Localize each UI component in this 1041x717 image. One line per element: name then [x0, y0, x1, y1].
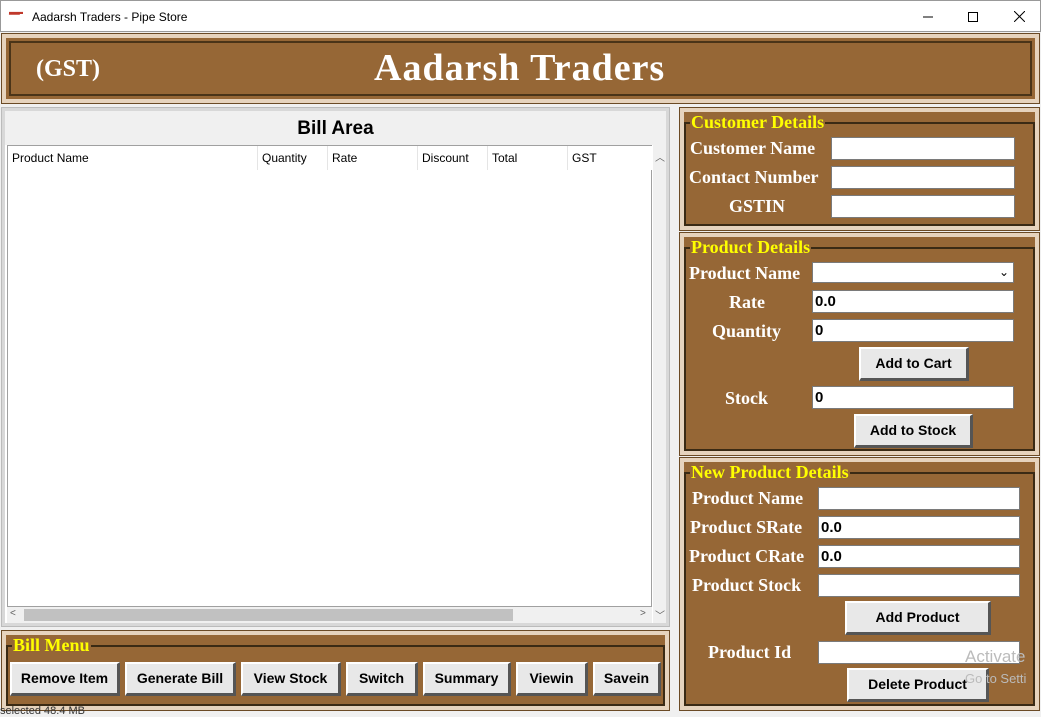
- column-header-quantity[interactable]: Quantity: [258, 146, 328, 170]
- product-name-select[interactable]: ⌄: [812, 262, 1014, 283]
- product-stock-input[interactable]: [818, 574, 1020, 597]
- maximize-icon: [968, 11, 978, 22]
- new-product-name-label: Product Name: [692, 488, 804, 508]
- product-stock-label: Product Stock: [692, 575, 802, 595]
- switch-button[interactable]: Switch: [346, 662, 418, 696]
- stock-label: Stock: [725, 388, 769, 408]
- app-icon: ▬▬ ▔▔: [9, 9, 23, 22]
- column-header-product-name[interactable]: Product Name: [8, 146, 258, 170]
- stock-input[interactable]: 0: [812, 386, 1014, 409]
- product-name-label: Product Name: [689, 263, 801, 283]
- new-product-name-input[interactable]: [818, 487, 1020, 510]
- bill-menu-legend: Bill Menu: [12, 635, 91, 656]
- add-to-cart-button[interactable]: Add to Cart: [859, 347, 969, 381]
- column-header-discount[interactable]: Discount: [418, 146, 488, 170]
- window-titlebar: ▬▬ ▔▔ Aadarsh Traders - Pipe Store: [0, 0, 1041, 32]
- gst-label: (GST): [36, 56, 101, 82]
- vertical-scrollbar[interactable]: ︿ ﹀: [653, 145, 666, 623]
- bill-menu-panel: Bill Menu Remove Item Generate Bill View…: [1, 630, 670, 711]
- contact-number-label: Contact Number: [689, 167, 819, 187]
- settings-watermark: Go to Setti: [965, 671, 1027, 686]
- viewin-button[interactable]: Viewin: [516, 662, 588, 696]
- minimize-button[interactable]: [905, 1, 951, 32]
- scroll-up-icon[interactable]: ︿: [655, 149, 665, 164]
- gstin-input[interactable]: [831, 195, 1015, 218]
- bill-area-title: Bill Area: [5, 111, 666, 145]
- scroll-left-icon[interactable]: <: [10, 608, 16, 619]
- contact-number-input[interactable]: [831, 166, 1015, 189]
- customer-name-input[interactable]: [831, 137, 1015, 160]
- rate-label: Rate: [729, 292, 765, 312]
- horizontal-scroll-thumb[interactable]: [24, 609, 513, 621]
- product-crate-input[interactable]: 0.0: [818, 545, 1020, 568]
- view-stock-button[interactable]: View Stock: [241, 662, 341, 696]
- bill-area-panel: Bill Area Product Name Quantity Rate Dis…: [1, 107, 670, 627]
- savein-button[interactable]: Savein: [593, 662, 661, 696]
- customer-details-legend: Customer Details: [690, 112, 826, 133]
- header-banner: (GST) Aadarsh Traders: [1, 33, 1040, 104]
- chevron-down-icon[interactable]: ⌄: [999, 262, 1009, 283]
- scroll-down-icon[interactable]: ﹀: [655, 607, 665, 622]
- status-text: selected 48.4 MB: [0, 705, 85, 717]
- customer-name-label: Customer Name: [690, 138, 816, 158]
- product-details-legend: Product Details: [690, 237, 812, 258]
- new-product-details-legend: New Product Details: [690, 462, 850, 483]
- horizontal-scrollbar[interactable]: < >: [7, 607, 652, 623]
- maximize-button[interactable]: [950, 1, 996, 32]
- close-button[interactable]: [996, 1, 1041, 32]
- column-header-total[interactable]: Total: [488, 146, 568, 170]
- customer-details-panel: Customer Details Customer Name Contact N…: [679, 107, 1040, 231]
- scroll-right-icon[interactable]: >: [640, 608, 646, 619]
- activate-watermark: Activate: [965, 647, 1026, 666]
- generate-bill-button[interactable]: Generate Bill: [125, 662, 236, 696]
- bill-table[interactable]: Product Name Quantity Rate Discount Tota…: [7, 145, 653, 607]
- minimize-icon: [923, 16, 933, 17]
- gstin-label: GSTIN: [729, 196, 786, 216]
- remove-item-button[interactable]: Remove Item: [10, 662, 120, 696]
- column-header-gst[interactable]: GST: [568, 146, 653, 170]
- product-srate-input[interactable]: 0.0: [818, 516, 1020, 539]
- quantity-input[interactable]: 0: [812, 319, 1014, 342]
- product-details-panel: Product Details Product Name ⌄ Rate 0.0 …: [679, 232, 1040, 456]
- rate-input[interactable]: 0.0: [812, 290, 1014, 313]
- close-icon: [1013, 11, 1025, 22]
- quantity-label: Quantity: [712, 321, 782, 341]
- product-srate-label: Product SRate: [690, 517, 803, 537]
- summary-button[interactable]: Summary: [423, 662, 511, 696]
- brand-title: Aadarsh Traders: [374, 47, 666, 89]
- add-product-button[interactable]: Add Product: [845, 601, 991, 635]
- add-to-stock-button[interactable]: Add to Stock: [854, 414, 973, 448]
- column-header-rate[interactable]: Rate: [328, 146, 418, 170]
- product-crate-label: Product CRate: [689, 546, 805, 566]
- product-id-label: Product Id: [708, 642, 792, 662]
- window-title: Aadarsh Traders - Pipe Store: [32, 10, 188, 24]
